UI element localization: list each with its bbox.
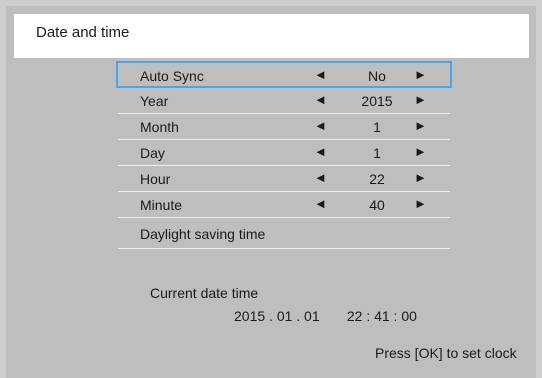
panel-header: Date and time xyxy=(14,14,529,58)
left-arrow-icon[interactable]: ◄ xyxy=(314,144,327,159)
menu-item-value: 1 xyxy=(373,119,381,135)
menu-item-value: 2015 xyxy=(361,93,393,109)
menu-item-label: Day xyxy=(140,145,165,161)
left-arrow-icon[interactable]: ◄ xyxy=(314,170,327,185)
page-title: Date and time xyxy=(36,24,130,41)
left-arrow-icon[interactable]: ◄ xyxy=(314,196,327,211)
menu-item-hour[interactable]: Hour ◄ 22 ► xyxy=(118,166,450,192)
left-arrow-icon[interactable]: ◄ xyxy=(314,118,327,133)
menu-item-minute[interactable]: Minute ◄ 40 ► xyxy=(118,192,450,218)
menu-item-value: 1 xyxy=(373,145,381,161)
menu-item-value: 40 xyxy=(369,197,385,213)
current-datetime-value: 2015 . 01 . 01 22 : 41 : 00 xyxy=(234,308,417,324)
date-time-menu: Auto Sync ◄ No ► Year ◄ 2015 ► Month ◄ 1… xyxy=(116,61,452,249)
menu-item-label: Daylight saving time xyxy=(140,226,266,242)
menu-item-label: Year xyxy=(140,93,169,109)
menu-item-day[interactable]: Day ◄ 1 ► xyxy=(118,140,450,166)
right-arrow-icon[interactable]: ► xyxy=(414,67,427,82)
right-arrow-icon[interactable]: ► xyxy=(414,170,427,185)
right-arrow-icon[interactable]: ► xyxy=(414,196,427,211)
right-arrow-icon[interactable]: ► xyxy=(414,92,427,107)
menu-item-label: Hour xyxy=(140,171,171,187)
current-datetime-label: Current date time xyxy=(150,285,259,301)
menu-item-label: Month xyxy=(140,119,179,135)
menu-item-value: 22 xyxy=(369,171,385,187)
menu-item-daylight-saving[interactable]: Daylight saving time xyxy=(118,218,450,249)
right-arrow-icon[interactable]: ► xyxy=(414,118,427,133)
menu-item-year[interactable]: Year ◄ 2015 ► xyxy=(118,88,450,114)
left-arrow-icon[interactable]: ◄ xyxy=(314,67,327,82)
hint-text: Press [OK] to set clock xyxy=(375,345,517,361)
menu-item-month[interactable]: Month ◄ 1 ► xyxy=(118,114,450,140)
menu-item-auto-sync[interactable]: Auto Sync ◄ No ► xyxy=(116,61,452,88)
menu-item-value: No xyxy=(368,68,386,84)
left-arrow-icon[interactable]: ◄ xyxy=(314,92,327,107)
right-arrow-icon[interactable]: ► xyxy=(414,144,427,159)
menu-item-label: Minute xyxy=(140,197,183,213)
menu-item-label: Auto Sync xyxy=(140,68,204,84)
